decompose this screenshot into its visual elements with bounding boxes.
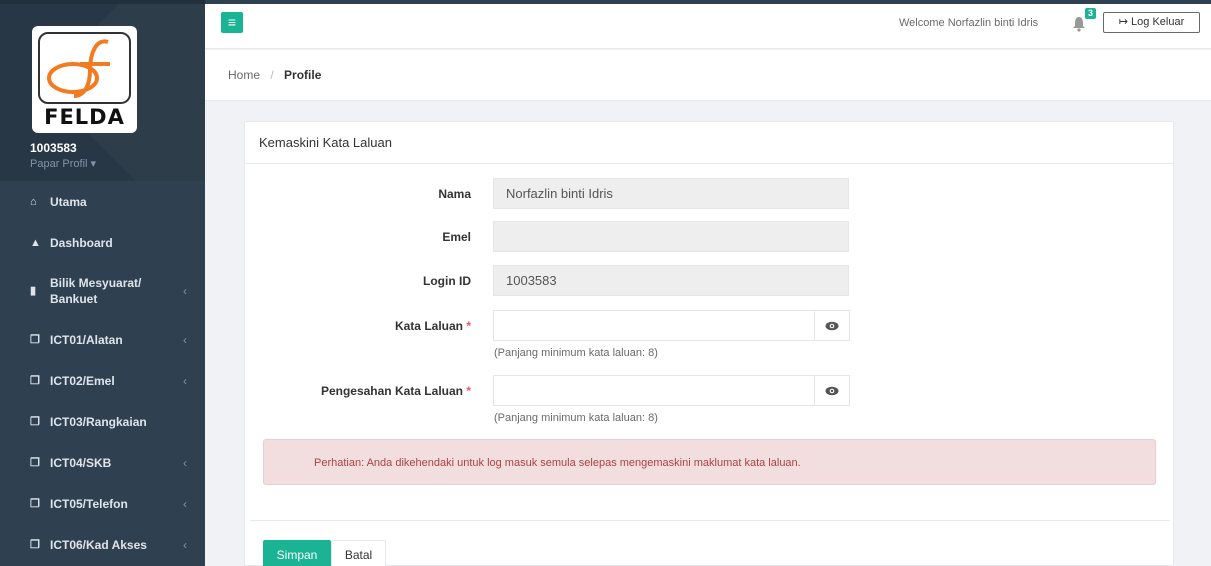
menu-toggle-button[interactable]: ≡ (221, 12, 243, 33)
sidebar-item-utama[interactable]: ⌂ Utama (0, 181, 205, 222)
copy-icon: ❐ (30, 334, 40, 346)
chevron-left-icon: ‹ (183, 496, 187, 511)
sidebar-item-dashboard[interactable]: ▲ Dashboard (0, 222, 205, 263)
sidebar-item-label: ICT02/Emel (50, 373, 115, 388)
required-mark: * (466, 384, 471, 398)
sidebar-item-ict02[interactable]: ❐ ICT02/Emel ‹ (0, 360, 205, 401)
cancel-button[interactable]: Batal (331, 540, 386, 566)
sidebar-item-ict06[interactable]: ❐ ICT06/Kad Akses ‹ (0, 524, 205, 565)
sidebar-item-ict04[interactable]: ❐ ICT04/SKB ‹ (0, 442, 205, 483)
sidebar-item-label: ICT04/SKB (50, 455, 112, 470)
sidebar-item-ict05[interactable]: ❐ ICT05/Telefon ‹ (0, 483, 205, 524)
building-icon: ▮ (30, 285, 37, 297)
password-label: Kata Laluan * (245, 319, 471, 333)
chart-icon: ▲ (30, 236, 41, 249)
confirm-password-input[interactable] (493, 375, 815, 406)
sidebar-profile-header: FELDA 1003583 Papar Profil ▾ (0, 0, 205, 181)
copy-icon: ❐ (30, 416, 40, 428)
sidebar-item-label: ICT05/Telefon (50, 496, 128, 511)
nama-field: Norfazlin binti Idris (493, 178, 849, 209)
chevron-left-icon: ‹ (183, 332, 187, 347)
view-profile-link[interactable]: Papar Profil ▾ (30, 157, 96, 170)
sidebar-item-label: ICT06/Kad Akses (50, 537, 147, 552)
logout-label: Log Keluar (1131, 16, 1185, 28)
logo-emblem (38, 32, 131, 104)
sidebar-item-label: Dashboard (50, 235, 113, 250)
relogin-alert: Perhatian: Anda dikehendaki untuk log ma… (263, 439, 1156, 485)
confirm-password-label-text: Pengesahan Kata Laluan (320, 384, 463, 398)
copy-icon: ❐ (30, 375, 40, 387)
copy-icon: ❐ (30, 457, 40, 469)
logo-text: FELDA (44, 105, 125, 129)
confirm-password-help-text: (Panjang minimum kata laluan: 8) (494, 412, 658, 424)
show-confirm-password-button[interactable] (814, 375, 850, 406)
login-id-field: 1003583 (493, 265, 849, 296)
chevron-left-icon: ‹ (183, 537, 187, 552)
eye-icon (825, 321, 839, 331)
breadcrumb: Home / Profile (228, 68, 321, 82)
emel-field (493, 221, 849, 252)
show-password-button[interactable] (814, 310, 850, 341)
breadcrumb-current: Profile (284, 68, 322, 82)
copy-icon: ❐ (30, 539, 40, 551)
emel-label: Emel (442, 230, 471, 244)
sidebar-item-label: Bilik Mesyuarat/ Bankuet (50, 276, 142, 306)
login-id-label: Login ID (423, 274, 471, 288)
sidebar-item-label: Utama (50, 194, 87, 209)
welcome-message: Welcome Norfazlin binti Idris (899, 17, 1039, 29)
user-id: 1003583 (30, 141, 77, 155)
confirm-password-label: Pengesahan Kata Laluan * (245, 384, 471, 398)
breadcrumb-bar: Home / Profile (205, 50, 1211, 101)
nama-label: Nama (438, 187, 471, 201)
chevron-left-icon: ‹ (183, 455, 187, 470)
logout-button[interactable]: ↦ Log Keluar (1103, 12, 1200, 33)
breadcrumb-home[interactable]: Home (228, 68, 260, 82)
breadcrumb-separator: / (270, 68, 274, 82)
form-divider (250, 520, 1170, 521)
sidebar-item-label: ICT01/Alatan (50, 332, 123, 347)
felda-logo: FELDA (32, 26, 137, 133)
password-label-text: Kata Laluan (394, 319, 463, 333)
panel-title: Kemaskini Kata Laluan (245, 122, 1173, 164)
chevron-left-icon: ‹ (183, 373, 187, 388)
sidebar-item-bilik-mesyuarat[interactable]: ▮ Bilik Mesyuarat/ Bankuet ‹ (0, 263, 205, 319)
password-input[interactable] (493, 310, 815, 341)
password-help-text: (Panjang minimum kata laluan: 8) (494, 347, 658, 359)
required-mark: * (466, 319, 471, 333)
top-navbar: ≡ Welcome Norfazlin binti Idris 3 ↦ Log … (205, 0, 1211, 49)
sidebar-item-label: ICT03/Rangkaian (50, 414, 147, 429)
chevron-left-icon: ‹ (183, 284, 187, 298)
copy-icon: ❐ (30, 498, 40, 510)
sign-out-icon: ↦ (1118, 16, 1128, 28)
eye-icon (825, 386, 839, 396)
sidebar-item-ict01[interactable]: ❐ ICT01/Alatan ‹ (0, 319, 205, 360)
sidebar: FELDA 1003583 Papar Profil ▾ ⌂ Utama ▲ D… (0, 0, 205, 566)
home-icon: ⌂ (30, 195, 37, 208)
notification-badge: 3 (1085, 8, 1097, 19)
save-button[interactable]: Simpan (263, 540, 331, 566)
change-password-panel: Kemaskini Kata Laluan Nama Norfazlin bin… (244, 121, 1174, 566)
sidebar-item-ict03[interactable]: ❐ ICT03/Rangkaian (0, 401, 205, 442)
sidebar-nav: ⌂ Utama ▲ Dashboard ▮ Bilik Mesyuarat/ B… (0, 181, 205, 565)
